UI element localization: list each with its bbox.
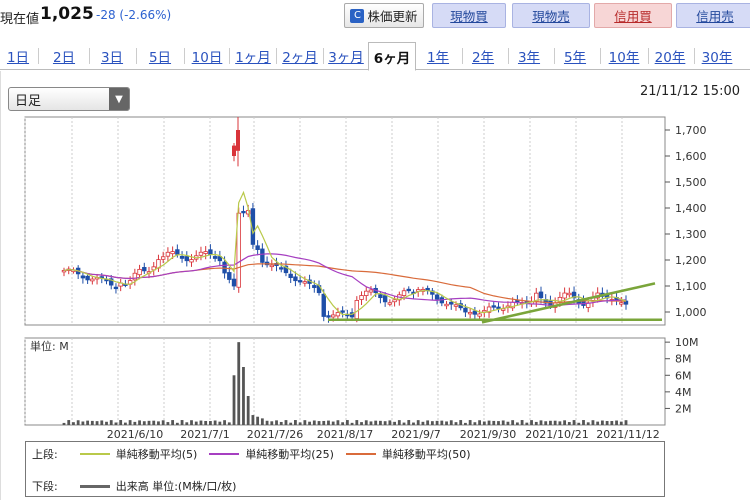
legend-ma5-swatch [79, 453, 110, 455]
price-change: -28 (-2.66%) [96, 8, 172, 22]
margin-sell-button[interactable]: 信用売 [676, 3, 750, 28]
chevron-down-icon: ▼ [109, 88, 129, 110]
legend-volume-swatch [79, 484, 110, 488]
legend-upper-row: 上段: 単純移動平均(5) 単純移動平均(25) 単純移動平均(50) [32, 446, 471, 462]
period-tabs: 1日 2日 3日 5日 10日 1ヶ月 2ヶ月 3ヶ月 6ヶ月 1年 2年 3年… [0, 42, 750, 71]
tab-10y[interactable]: 10年 [604, 42, 644, 70]
margin-buy-label: 信用買 [614, 9, 652, 24]
tab-1y[interactable]: 1年 [420, 42, 456, 70]
period-select[interactable]: 日足 ▼ [8, 87, 130, 111]
spot-buy-button[interactable]: 現物買 [432, 3, 506, 28]
tab-1m[interactable]: 1ヶ月 [230, 42, 276, 70]
spot-sell-label: 現物売 [532, 9, 570, 24]
legend-ma25-swatch [209, 453, 240, 455]
current-price: 1,025 [40, 4, 94, 24]
legend-lower-row: 下段: 出来高 単位:(M株/口/枚) [32, 478, 236, 494]
tab-10d[interactable]: 10日 [187, 42, 227, 70]
refresh-icon: C [350, 8, 365, 23]
chart-legend: 上段: 単純移動平均(5) 単純移動平均(25) 単純移動平均(50) 下段: … [25, 441, 665, 497]
period-select-value: 日足 [15, 93, 42, 109]
tab-5d[interactable]: 5日 [142, 42, 178, 70]
tab-2d[interactable]: 2日 [46, 42, 82, 70]
margin-buy-button[interactable]: 信用買 [594, 3, 672, 28]
tab-30y[interactable]: 30年 [697, 42, 737, 70]
legend-volume-label: 出来高 単位:(M株/口/枚) [115, 480, 237, 493]
update-price-label: 株価更新 [367, 9, 418, 24]
tab-20y[interactable]: 20年 [650, 42, 690, 70]
quote-header: 現在値 1,025 -28 (-2.66%) C 株価更新 現物買 現物売 信用… [0, 0, 750, 34]
legend-ma5-label: 単純移動平均(5) [115, 448, 198, 461]
price-label: 現在値 [0, 12, 40, 27]
tab-1d[interactable]: 1日 [4, 42, 32, 70]
tab-2m[interactable]: 2ヶ月 [277, 42, 323, 70]
spot-sell-button[interactable]: 現物売 [512, 3, 590, 28]
legend-ma25-label: 単純移動平均(25) [245, 448, 334, 461]
legend-ma50-swatch [345, 453, 376, 455]
chart-panel: 日足 ▼ 21/11/12 15:00 [0, 71, 750, 500]
legend-lower-label: 下段: [32, 480, 58, 493]
update-price-button[interactable]: C 株価更新 [344, 3, 424, 28]
tab-5y[interactable]: 5年 [557, 42, 593, 70]
chart-datetime: 21/11/12 15:00 [640, 84, 740, 99]
tab-2y[interactable]: 2年 [465, 42, 501, 70]
tab-3d[interactable]: 3日 [94, 42, 130, 70]
margin-sell-label: 信用売 [696, 9, 734, 24]
spot-buy-label: 現物買 [450, 9, 488, 24]
legend-upper-label: 上段: [32, 448, 58, 461]
tab-3y[interactable]: 3年 [511, 42, 547, 70]
tab-6m[interactable]: 6ヶ月 [368, 42, 416, 71]
tab-3m[interactable]: 3ヶ月 [323, 42, 369, 70]
legend-ma50-label: 単純移動平均(50) [381, 448, 471, 461]
